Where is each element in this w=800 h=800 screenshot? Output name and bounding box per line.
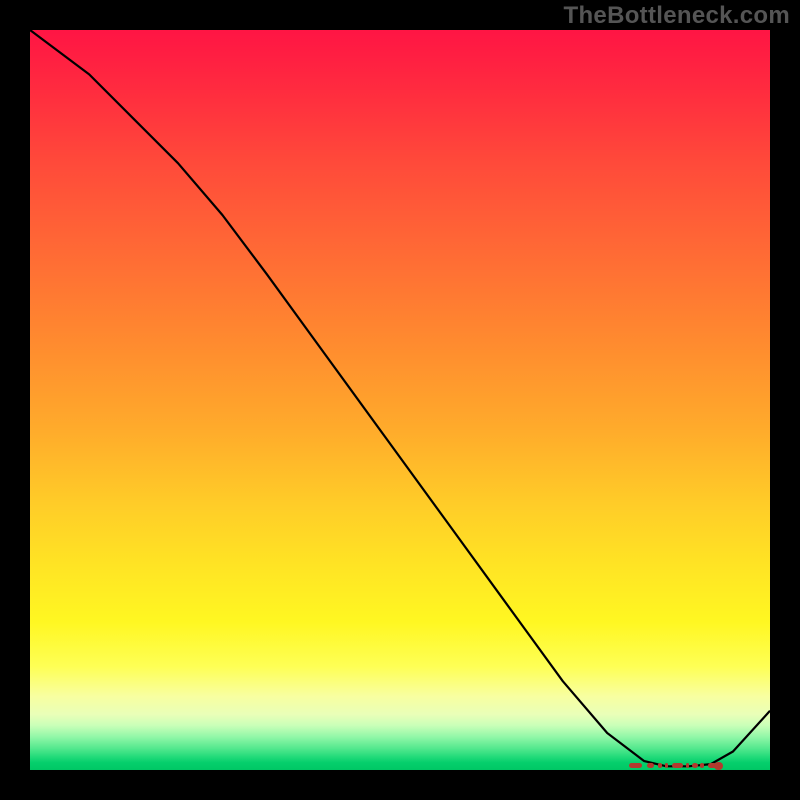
plot-area [30, 30, 770, 770]
data-curve [30, 30, 770, 766]
watermark-text: TheBottleneck.com [564, 2, 790, 30]
chart-frame: TheBottleneck.com [0, 0, 800, 800]
curve-svg [30, 30, 770, 770]
